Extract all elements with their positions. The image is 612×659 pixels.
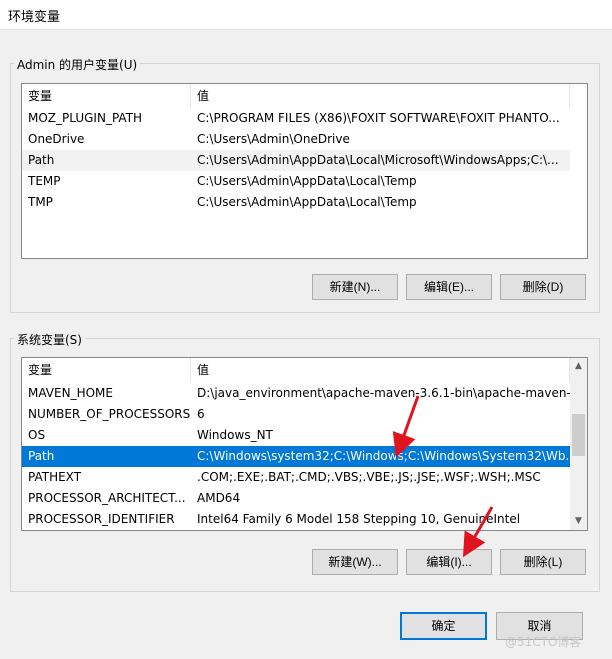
arrow-to-edit-button-icon bbox=[462, 506, 494, 558]
environment-variables-dialog: 环境变量 Admin 的用户变量(U) 变量 值 MOZ_PLUGIN_PATH… bbox=[0, 0, 612, 659]
arrow-to-path-row-icon bbox=[392, 395, 420, 458]
watermark: @51CTO博客 bbox=[505, 635, 582, 649]
annotation-arrows bbox=[392, 395, 494, 558]
